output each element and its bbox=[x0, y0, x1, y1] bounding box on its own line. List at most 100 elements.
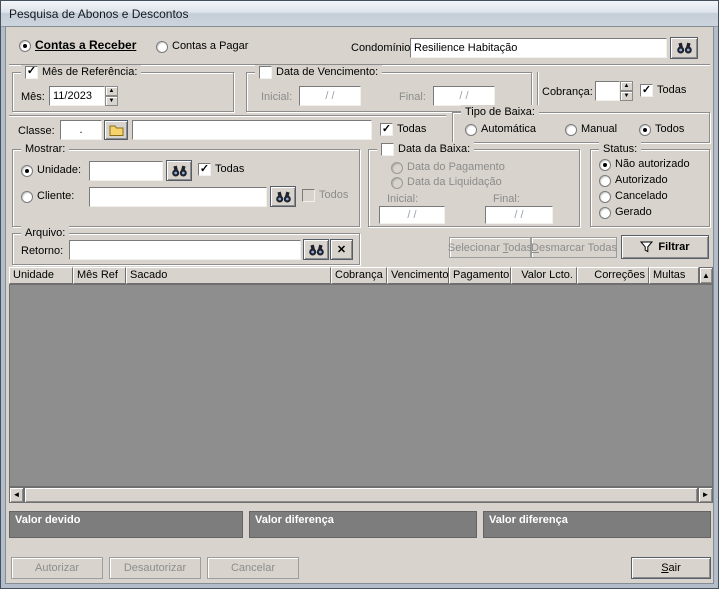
unidade-todas-checkbox[interactable]: ✓ Todas bbox=[198, 163, 244, 176]
filtrar-button[interactable]: Filtrar bbox=[621, 235, 709, 259]
cliente-radio[interactable]: Cliente: bbox=[21, 190, 74, 203]
radio-indicator bbox=[599, 206, 611, 219]
status-option-label: Não autorizado bbox=[615, 158, 690, 170]
cliente-search-button[interactable] bbox=[270, 186, 296, 207]
radio-indicator bbox=[599, 158, 611, 171]
contas-a-receber-label: Contas a Receber bbox=[35, 38, 137, 52]
spin-up-icon[interactable]: ▲ bbox=[105, 86, 118, 96]
unidade-radio[interactable]: Unidade: bbox=[21, 164, 81, 177]
mes-input[interactable] bbox=[49, 86, 105, 106]
vencimento-inicial-input[interactable] bbox=[299, 86, 361, 106]
status-cancelado-radio[interactable]: Cancelado bbox=[599, 190, 668, 203]
baixa-final-input[interactable] bbox=[485, 206, 553, 224]
retorno-label: Retorno: bbox=[21, 245, 64, 257]
tipo-baixa-automatica-radio[interactable]: Automática bbox=[465, 123, 536, 136]
retorno-input[interactable] bbox=[69, 240, 301, 260]
scroll-up-button[interactable]: ▲ bbox=[699, 267, 713, 284]
autorizar-button: Autorizar bbox=[11, 557, 103, 579]
column-header-unidade[interactable]: Unidade bbox=[9, 267, 73, 284]
unidade-label: Unidade: bbox=[37, 164, 82, 176]
cobranca-spinner[interactable]: ▲ ▼ bbox=[620, 81, 633, 101]
valor-devido-panel: Valor devido bbox=[9, 511, 243, 538]
checkbox-indicator: ✓ bbox=[640, 84, 653, 97]
status-autorizado-radio[interactable]: Autorizado bbox=[599, 174, 668, 187]
status-nao-autorizado-radio[interactable]: Não autorizado bbox=[599, 158, 690, 171]
filtrar-label: Filtrar bbox=[658, 241, 690, 253]
mes-label: Mês: bbox=[21, 91, 45, 103]
classe-nome-input[interactable] bbox=[132, 120, 372, 140]
spin-up-icon[interactable]: ▲ bbox=[620, 81, 633, 91]
classe-browse-button[interactable] bbox=[104, 120, 128, 140]
cliente-todos-checkbox: Todos bbox=[302, 189, 348, 202]
tipo-baixa-manual-radio[interactable]: Manual bbox=[565, 123, 617, 136]
manual-label: Manual bbox=[581, 123, 618, 135]
binoculars-icon bbox=[275, 191, 291, 202]
horizontal-scrollbar[interactable]: ◄ ► bbox=[9, 487, 713, 503]
condominio-input[interactable] bbox=[410, 38, 667, 58]
radio-indicator bbox=[156, 40, 168, 53]
column-header-correcoes[interactable]: Correções bbox=[577, 267, 649, 284]
vencimento-inicial-label: Inicial: bbox=[261, 91, 293, 103]
mes-spinner[interactable]: ▲ ▼ bbox=[105, 86, 118, 106]
scrollbar-thumb[interactable] bbox=[24, 487, 698, 503]
contas-a-pagar-label: Contas a Pagar bbox=[172, 40, 249, 52]
sair-button[interactable]: Sair bbox=[631, 557, 711, 579]
classe-todas-checkbox[interactable]: ✓ Todas bbox=[380, 123, 426, 136]
cobranca-input[interactable] bbox=[595, 81, 620, 101]
retorno-search-button[interactable] bbox=[303, 239, 329, 260]
data-vencimento-title: Data de Vencimento: bbox=[276, 65, 379, 78]
column-header-mes-ref[interactable]: Mês Ref bbox=[73, 267, 126, 284]
column-header-pagamento[interactable]: Pagamento bbox=[449, 267, 511, 284]
cliente-todos-label: Todos bbox=[319, 189, 349, 201]
scroll-left-button[interactable]: ◄ bbox=[9, 487, 24, 503]
radio-indicator bbox=[391, 161, 403, 174]
baixa-final-label: Final: bbox=[493, 193, 520, 205]
cancelar-button: Cancelar bbox=[207, 557, 299, 579]
desmarcar-todas-button: Desmarcar Todas bbox=[531, 237, 617, 258]
contas-a-pagar-radio[interactable]: Contas a Pagar bbox=[156, 40, 248, 53]
data-baixa-title: Data da Baixa: bbox=[398, 142, 471, 155]
spin-down-icon[interactable]: ▼ bbox=[105, 96, 118, 106]
column-header-multas[interactable]: Multas bbox=[649, 267, 699, 284]
classe-code-input[interactable] bbox=[60, 120, 102, 140]
column-header-valor-lcto[interactable]: Valor Lcto. bbox=[511, 267, 577, 284]
baixa-inicial-input[interactable] bbox=[379, 206, 445, 224]
scroll-right-button[interactable]: ► bbox=[698, 487, 713, 503]
classe-label: Classe: bbox=[18, 125, 55, 137]
valor-diferenca-panel-1: Valor diferença bbox=[249, 511, 477, 538]
column-header-vencimento[interactable]: Vencimento bbox=[387, 267, 449, 284]
cobranca-todas-label: Todas bbox=[657, 84, 687, 96]
cancelar-label: Cancelar bbox=[230, 562, 276, 574]
arrow-up-icon: ▲ bbox=[702, 270, 710, 280]
results-grid[interactable] bbox=[9, 284, 713, 487]
mes-referencia-checkbox[interactable]: ✓ bbox=[25, 65, 38, 79]
mes-referencia-group: ✓ Mês de Referência: Mês: ▲ ▼ bbox=[12, 65, 234, 112]
baixa-inicial-label: Inicial: bbox=[387, 193, 419, 205]
status-title: Status: bbox=[603, 142, 638, 155]
cliente-input[interactable] bbox=[89, 187, 267, 207]
unidade-input[interactable] bbox=[89, 161, 163, 181]
radio-indicator bbox=[465, 123, 477, 136]
folder-icon bbox=[109, 125, 123, 136]
unidade-search-button[interactable] bbox=[166, 160, 192, 181]
radio-indicator bbox=[391, 176, 403, 189]
spin-down-icon[interactable]: ▼ bbox=[620, 91, 633, 101]
status-gerado-radio[interactable]: Gerado bbox=[599, 206, 652, 219]
cobranca-todas-checkbox[interactable]: ✓ Todas bbox=[640, 84, 686, 97]
column-header-sacado[interactable]: Sacado bbox=[126, 267, 331, 284]
radio-indicator bbox=[639, 123, 651, 136]
tipo-baixa-todos-radio[interactable]: Todos bbox=[639, 123, 684, 136]
classe-todas-label: Todas bbox=[397, 123, 427, 135]
condominio-label: Condomínio: bbox=[351, 42, 414, 54]
checkbox-indicator bbox=[302, 189, 315, 202]
data-liquidacao-radio: Data da Liquidação bbox=[391, 176, 502, 189]
data-baixa-group: Data da Baixa: Data do Pagamento Data da… bbox=[368, 142, 580, 227]
condominio-search-button[interactable] bbox=[670, 37, 698, 59]
data-baixa-checkbox[interactable] bbox=[381, 142, 394, 156]
column-header-cobranca[interactable]: Cobrança bbox=[331, 267, 387, 284]
retorno-clear-button[interactable]: ✕ bbox=[330, 239, 353, 260]
data-vencimento-checkbox[interactable] bbox=[259, 65, 272, 79]
binoculars-icon bbox=[676, 42, 692, 54]
vencimento-final-input[interactable] bbox=[433, 86, 495, 106]
contas-a-receber-radio[interactable]: Contas a Receber bbox=[19, 39, 136, 52]
